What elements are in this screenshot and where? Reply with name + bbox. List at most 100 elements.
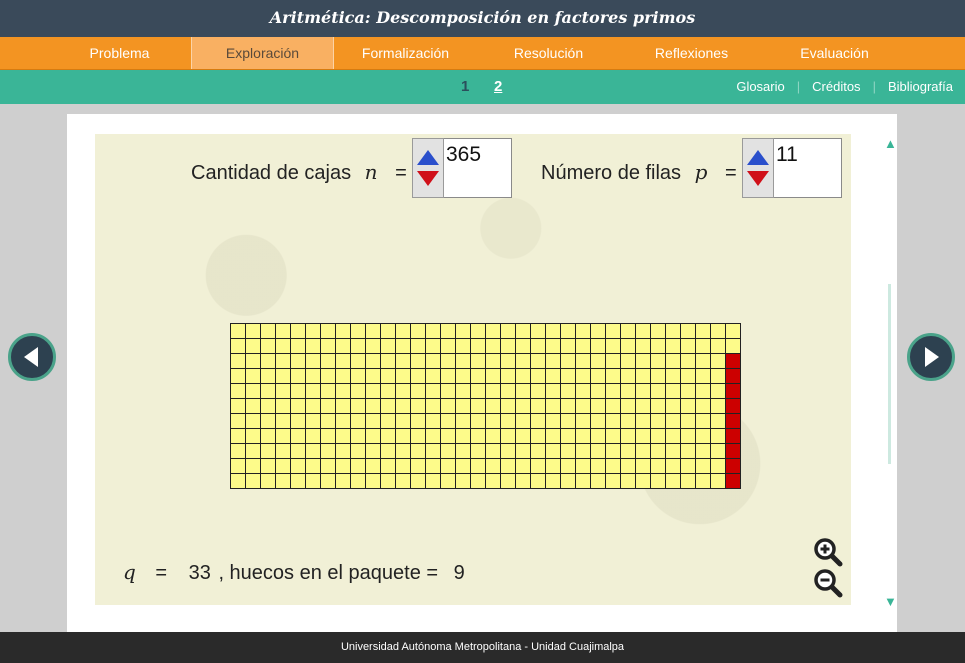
- page-link-1[interactable]: 1: [461, 78, 469, 95]
- grid-box: [440, 413, 456, 429]
- scroll-up-icon[interactable]: ▲: [884, 136, 897, 151]
- grid-box: [485, 368, 501, 384]
- link-creditos[interactable]: Créditos: [812, 79, 860, 94]
- scrollbar-thumb[interactable]: [888, 284, 891, 464]
- grid-box: [350, 413, 366, 429]
- grid-box: [500, 398, 516, 414]
- grid-box: [305, 428, 321, 444]
- grid-box: [590, 413, 606, 429]
- grid-box: [515, 443, 531, 459]
- grid-box: [515, 383, 531, 399]
- link-glosario[interactable]: Glosario: [736, 79, 784, 94]
- grid-box: [530, 368, 546, 384]
- next-page-button[interactable]: [907, 333, 955, 381]
- tab-evaluacion[interactable]: Evaluación: [763, 37, 906, 69]
- decrement-arrow-icon[interactable]: [417, 171, 439, 186]
- grid-box: [530, 473, 546, 489]
- grid-box: [245, 413, 261, 429]
- grid-box: [305, 413, 321, 429]
- grid-box: [575, 428, 591, 444]
- grid-box: [380, 458, 396, 474]
- grid-gap-box: [725, 443, 741, 459]
- grid-box: [710, 413, 726, 429]
- grid-box: [560, 368, 576, 384]
- grid-box: [680, 383, 696, 399]
- page-link-2[interactable]: 2: [494, 78, 502, 95]
- grid-box: [230, 458, 246, 474]
- grid-box: [500, 428, 516, 444]
- grid-box: [230, 428, 246, 444]
- grid-box: [380, 428, 396, 444]
- grid-box: [545, 383, 561, 399]
- grid-box: [365, 413, 381, 429]
- grid-box: [470, 443, 486, 459]
- scroll-down-icon[interactable]: ▼: [884, 594, 897, 609]
- grid-box: [470, 383, 486, 399]
- grid-gap-box: [725, 383, 741, 399]
- grid-box: [260, 368, 276, 384]
- grid-gap-box: [725, 368, 741, 384]
- p-input[interactable]: 11: [774, 138, 842, 198]
- grid-box: [275, 368, 291, 384]
- grid-box: [290, 413, 306, 429]
- grid-box: [590, 443, 606, 459]
- decrement-arrow-icon[interactable]: [747, 171, 769, 186]
- zoom-in-button[interactable]: [813, 537, 843, 567]
- grid-box: [290, 353, 306, 369]
- vertical-scrollbar[interactable]: ▲ ▼: [884, 136, 897, 612]
- grid-box: [530, 458, 546, 474]
- grid-box: [500, 473, 516, 489]
- grid-box: [530, 383, 546, 399]
- tab-resolucion[interactable]: Resolución: [477, 37, 620, 69]
- tab-exploracion[interactable]: Exploración: [191, 37, 334, 69]
- sub-nav-links: Glosario | Créditos | Bibliografía: [736, 79, 953, 94]
- grid-box: [590, 398, 606, 414]
- link-bibliografia[interactable]: Bibliografía: [888, 79, 953, 94]
- grid-box: [290, 473, 306, 489]
- grid-box: [440, 428, 456, 444]
- grid-box: [245, 443, 261, 459]
- grid-box: [410, 368, 426, 384]
- grid-box: [515, 353, 531, 369]
- n-stepper[interactable]: 365: [412, 138, 512, 198]
- tab-reflexiones[interactable]: Reflexiones: [620, 37, 763, 69]
- grid-box: [695, 338, 711, 354]
- grid-box: [620, 338, 636, 354]
- grid-box: [620, 458, 636, 474]
- zoom-out-button[interactable]: [813, 568, 843, 598]
- grid-box: [515, 398, 531, 414]
- p-stepper-buttons[interactable]: [742, 138, 774, 198]
- grid-box: [380, 413, 396, 429]
- grid-box: [395, 413, 411, 429]
- grid-gap-box: [725, 458, 741, 474]
- link-separator: |: [796, 79, 801, 94]
- grid-box: [695, 458, 711, 474]
- grid-box: [605, 338, 621, 354]
- grid-box: [350, 368, 366, 384]
- grid-box: [485, 353, 501, 369]
- grid-box: [695, 323, 711, 339]
- grid-box: [275, 398, 291, 414]
- prev-page-button[interactable]: [8, 333, 56, 381]
- increment-arrow-icon[interactable]: [417, 150, 439, 165]
- grid-box: [350, 473, 366, 489]
- grid-box: [245, 353, 261, 369]
- grid-box: [455, 383, 471, 399]
- grid-box: [695, 443, 711, 459]
- increment-arrow-icon[interactable]: [747, 150, 769, 165]
- grid-box: [500, 443, 516, 459]
- grid-box: [425, 338, 441, 354]
- grid-box: [230, 323, 246, 339]
- n-input[interactable]: 365: [444, 138, 512, 198]
- n-stepper-buttons[interactable]: [412, 138, 444, 198]
- grid-box: [440, 473, 456, 489]
- arrow-left-icon: [24, 347, 38, 367]
- grid-box: [560, 338, 576, 354]
- p-stepper[interactable]: 11: [742, 138, 842, 198]
- grid-box: [245, 323, 261, 339]
- grid-box: [395, 443, 411, 459]
- grid-box: [305, 443, 321, 459]
- tab-problema[interactable]: Problema: [48, 37, 191, 69]
- tab-formalizacion[interactable]: Formalización: [334, 37, 477, 69]
- grid-box: [710, 383, 726, 399]
